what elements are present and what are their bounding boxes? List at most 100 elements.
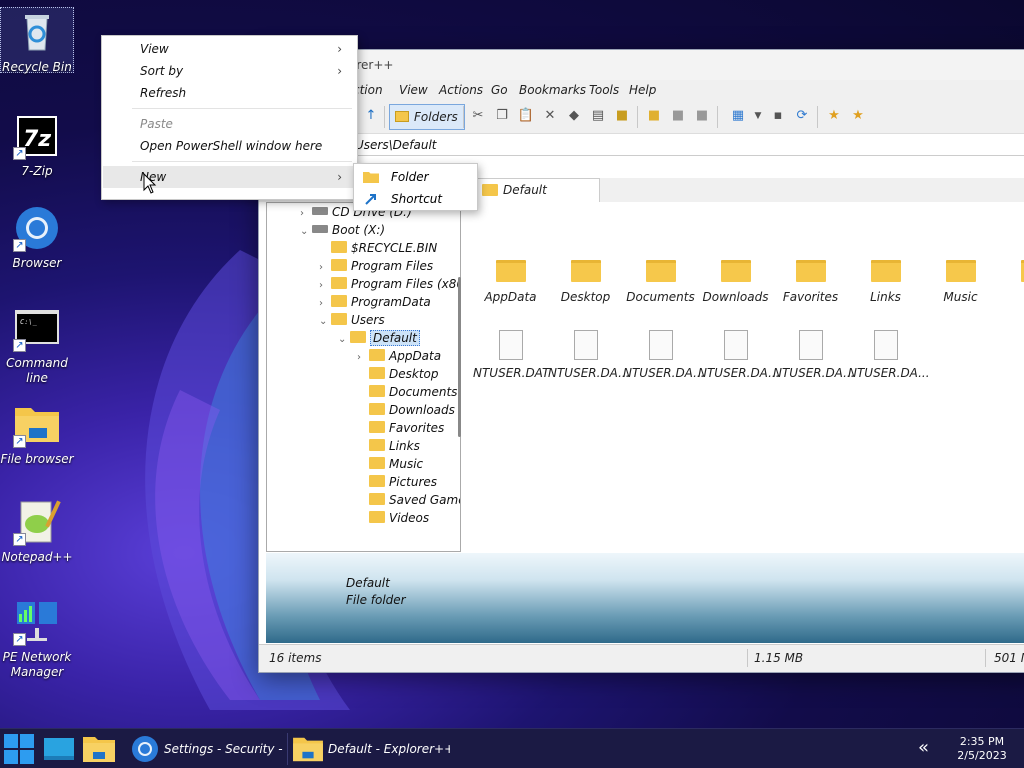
- desktop-icon-browser[interactable]: ↗ Browser: [0, 204, 74, 271]
- refresh-icon[interactable]: ⟳: [793, 108, 811, 124]
- taskbar-clock[interactable]: 2:35 PM 2/5/2023: [950, 735, 1014, 763]
- tree-node[interactable]: Saved Game: [357, 491, 460, 509]
- file-item[interactable]: NTUSER.DAT: [473, 330, 549, 380]
- menu-bookmarks[interactable]: Bookmarks: [519, 83, 586, 97]
- chevron-down-icon[interactable]: ⌄: [338, 331, 350, 349]
- folder-item[interactable]: Pi: [998, 260, 1024, 304]
- tree-node[interactable]: Links: [357, 437, 420, 455]
- menu-item-label: View: [140, 42, 169, 56]
- tree-node[interactable]: › AppData: [357, 347, 441, 365]
- command-prompt-icon[interactable]: ▪: [769, 108, 787, 124]
- delete-icon[interactable]: ✕: [541, 108, 559, 124]
- desktop-icon-7zip[interactable]: 7z ↗ 7-Zip: [0, 112, 74, 179]
- folder-item[interactable]: Music: [923, 260, 998, 304]
- folder-item[interactable]: Links: [848, 260, 923, 304]
- paste-icon[interactable]: 📋: [517, 108, 535, 124]
- menu-help[interactable]: Help: [629, 83, 656, 97]
- task-label: Settings - Security - ...: [164, 742, 288, 756]
- bookmark-add-icon[interactable]: ★: [825, 108, 843, 124]
- file-item[interactable]: NTUSER.DA...: [848, 330, 930, 380]
- recycle-bin-icon: [13, 8, 61, 56]
- taskbar-desktop-button[interactable]: [42, 729, 78, 768]
- desktop-icon-network-manager[interactable]: ↗ PE Network Manager: [0, 598, 74, 680]
- scrollbar-thumb[interactable]: [458, 277, 461, 437]
- menu-item-sort-by[interactable]: Sort by ›: [103, 60, 356, 82]
- folder-item[interactable]: Documents: [623, 260, 698, 304]
- chevron-down-icon[interactable]: ⌄: [300, 223, 312, 241]
- folder-item[interactable]: Desktop: [548, 260, 623, 304]
- menu-item-new-shortcut[interactable]: Shortcut: [355, 188, 476, 210]
- menu-item-paste[interactable]: Paste: [103, 113, 356, 135]
- menu-tools[interactable]: Tools: [589, 83, 619, 97]
- delete-permanently-icon[interactable]: ◆: [565, 108, 583, 124]
- menu-item-view[interactable]: View ›: [103, 38, 356, 60]
- folder-icon: [293, 737, 323, 762]
- move-to-icon[interactable]: ■: [693, 108, 711, 124]
- search-icon[interactable]: ■: [613, 108, 631, 124]
- toolbar: ↑ Folders ✂ ❐ 📋 ✕ ◆ ▤ ■ ■ ■ ■ ▦ ▼ ▪ ⟳ ★ …: [259, 100, 1024, 134]
- file-list[interactable]: AppData Desktop Documents Downloads Favorite…: [473, 202, 1024, 552]
- tree-node[interactable]: ⌄ Default: [338, 329, 420, 347]
- tree-node-label: Program Files (x86): [351, 277, 461, 291]
- desktop-icon-recycle-bin[interactable]: Recycle Bin: [0, 7, 74, 74]
- tree-node[interactable]: Downloads: [357, 401, 455, 419]
- tree-node[interactable]: Favorites: [357, 419, 444, 437]
- tree-node[interactable]: ⌄ Boot (X:): [300, 221, 385, 239]
- views-icon[interactable]: ▦: [729, 108, 747, 124]
- folder-item[interactable]: Favorites: [773, 260, 848, 304]
- views-dropdown-icon[interactable]: ▼: [749, 108, 767, 124]
- up-arrow-icon[interactable]: ↑: [362, 108, 380, 124]
- tree-node[interactable]: › Program Files (x86): [319, 275, 461, 293]
- shortcut-arrow-icon: ↗: [13, 339, 26, 352]
- address-bar[interactable]: Users\Default: [259, 134, 1024, 156]
- folder-item[interactable]: Downloads: [698, 260, 773, 304]
- menu-item-refresh[interactable]: Refresh: [103, 82, 356, 104]
- tree-node[interactable]: $RECYCLE.BIN: [319, 239, 437, 257]
- cut-icon[interactable]: ✂: [469, 108, 487, 124]
- tree-node[interactable]: Pictures: [357, 473, 437, 491]
- start-button[interactable]: [2, 729, 38, 768]
- tree-node[interactable]: › ProgramData: [319, 293, 431, 311]
- window-title[interactable]: orer++: [259, 50, 1024, 80]
- file-item[interactable]: NTUSER.DA...: [623, 330, 705, 380]
- tree-node[interactable]: ⌄ Users: [319, 311, 385, 329]
- properties-icon[interactable]: ▤: [589, 108, 607, 124]
- desktop-icon-notepad-plus-plus[interactable]: ↗ Notepad++: [0, 498, 74, 565]
- chevron-down-icon[interactable]: ⌄: [319, 313, 331, 331]
- tree-scrollbar[interactable]: [457, 202, 463, 552]
- tree-node[interactable]: › Program Files: [319, 257, 433, 275]
- file-item[interactable]: NTUSER.DA...: [773, 330, 855, 380]
- folders-button[interactable]: Folders: [389, 104, 465, 130]
- folder-tree[interactable]: › CD Drive (D:) ⌄ Boot (X:) $RECYCLE.BIN › Pro…: [266, 202, 461, 552]
- tree-node[interactable]: Desktop: [357, 365, 439, 383]
- tab-default[interactable]: Default: [474, 178, 600, 202]
- desktop-icon-command-line[interactable]: C:\_ ↗ Command line: [0, 304, 74, 386]
- bookmarks-icon[interactable]: ★: [849, 108, 867, 124]
- folder-icon: [369, 493, 385, 505]
- menu-item-open-powershell[interactable]: Open PowerShell window here: [103, 135, 356, 157]
- folder-item[interactable]: AppData: [473, 260, 548, 304]
- copy-to-icon[interactable]: ■: [669, 108, 687, 124]
- taskbar-file-browser-button[interactable]: [82, 729, 118, 768]
- task-settings-security[interactable]: Settings - Security - ...: [126, 733, 288, 765]
- file-item[interactable]: NTUSER.DA...: [548, 330, 630, 380]
- task-explorer[interactable]: Default - Explorer++: [290, 733, 450, 765]
- file-item[interactable]: NTUSER.DA...: [698, 330, 780, 380]
- tree-node[interactable]: Music: [357, 455, 423, 473]
- folder-icon: [369, 421, 385, 433]
- file-icon: [873, 330, 898, 360]
- desktop-icon-file-browser[interactable]: ↗ File browser: [0, 400, 74, 467]
- menu-item-new-folder[interactable]: Folder: [355, 166, 476, 188]
- menu-go[interactable]: Go: [491, 83, 508, 97]
- shortcut-arrow-icon: ↗: [13, 435, 26, 448]
- svg-text:C:\_: C:\_: [20, 318, 38, 326]
- tray-chevron-icon[interactable]: «: [918, 737, 929, 759]
- tree-node[interactable]: Videos: [357, 509, 429, 527]
- copy-icon[interactable]: ❐: [493, 108, 511, 124]
- menu-view[interactable]: View: [399, 83, 428, 97]
- menu-item-new[interactable]: New ›: [103, 166, 356, 188]
- tree-node[interactable]: Documents: [357, 383, 457, 401]
- new-folder-icon[interactable]: ■: [645, 108, 663, 124]
- desktop-icon-label: File browser: [0, 452, 74, 466]
- menu-actions[interactable]: Actions: [439, 83, 483, 97]
